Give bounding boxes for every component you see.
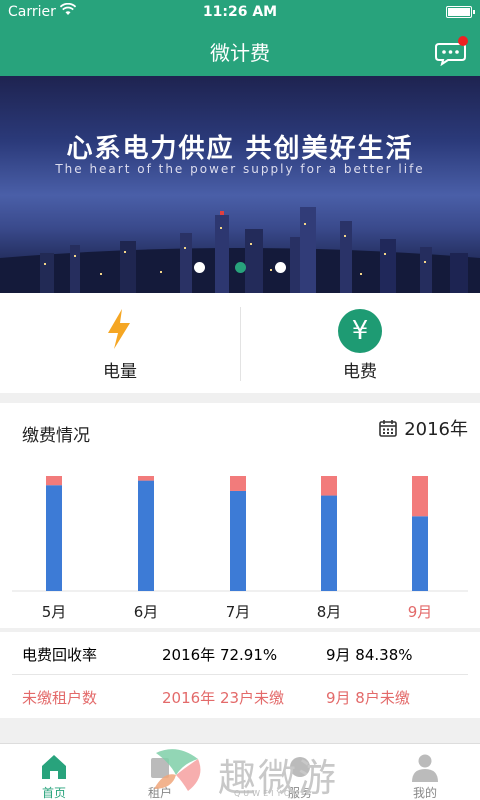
battery-icon: [446, 6, 475, 18]
stats-panel: 电费回收率 2016年 72.91% 9月 84.38% 未缴租户数 2016年…: [0, 632, 480, 718]
tab-home-label: 首页: [41, 786, 66, 800]
watermark-logo-icon: [154, 749, 201, 791]
unpaid-tenants-row[interactable]: 未缴租户数 2016年 23户未缴 9月 8户未缴: [0, 675, 480, 717]
city-skyline-image: [0, 207, 480, 293]
carousel-dot[interactable]: [194, 262, 206, 273]
banner-carousel[interactable]: 心系电力供应 共创美好生活 The heart of the power sup…: [0, 76, 480, 293]
watermark-subtext: QUWEIYOU: [234, 789, 303, 798]
feature-shortcuts: 电量 ¥ 电费: [0, 293, 480, 393]
bar-unpaid-4[interactable]: [321, 476, 337, 496]
bar-paid-2[interactable]: [138, 480, 154, 591]
status-bar: Carrier 11:26 AM: [0, 0, 480, 24]
tab-home[interactable]: 首页: [6, 744, 102, 800]
tab-profile[interactable]: 我的: [377, 744, 473, 800]
month-tick-label[interactable]: 5月: [42, 603, 67, 621]
bar-paid-3[interactable]: [230, 490, 246, 591]
payment-status-card: 5月 6月 7月 8月 9月 缴费情况 2016年: [0, 403, 480, 628]
tab-profile-label: 我的: [412, 786, 437, 800]
month-tick-label[interactable]: 6月: [134, 603, 159, 621]
bar-paid-5[interactable]: [412, 516, 428, 591]
bar-unpaid-5[interactable]: [412, 476, 428, 517]
year-label: 2016年: [404, 419, 468, 440]
year-selector[interactable]: 2016年: [378, 415, 468, 441]
month-tick-label[interactable]: 8月: [317, 603, 342, 621]
bar-unpaid-2[interactable]: [138, 476, 154, 481]
carousel-dot[interactable]: [274, 262, 286, 273]
recovery-rate-row: 电费回收率 2016年 72.91% 9月 84.38%: [0, 632, 480, 674]
bar-unpaid-3[interactable]: [230, 476, 246, 491]
electricity-usage-label: 电量: [103, 362, 137, 382]
electricity-usage-button[interactable]: 电量: [0, 293, 240, 393]
card-title: 缴费情况: [22, 426, 90, 446]
unpaid-tenants-label: 未缴租户数: [22, 689, 98, 707]
profile-icon: [412, 754, 438, 782]
nav-bar: 微计费: [0, 24, 480, 76]
banner-headline: 心系电力供应 共创美好生活: [66, 134, 414, 164]
bar-paid-1[interactable]: [46, 485, 62, 591]
lightning-icon: [108, 309, 130, 349]
bar-unpaid-1[interactable]: [46, 476, 62, 486]
clock: 11:26 AM: [202, 4, 278, 20]
banner-subline: The heart of the power supply for a bett…: [55, 162, 425, 176]
unread-badge: [458, 36, 468, 46]
recovery-rate-month: 9月 84.38%: [326, 646, 413, 664]
carousel-dot-active[interactable]: [234, 262, 246, 273]
month-tick-label[interactable]: 7月: [226, 603, 251, 621]
watermark: 趣微游 QUWEIYOU: [148, 743, 338, 800]
carousel-indicators: [0, 258, 480, 277]
unpaid-tenants-year: 2016年 23户未缴: [162, 689, 285, 707]
electricity-fee-label: 电费: [343, 362, 377, 382]
electricity-fee-button[interactable]: ¥ 电费: [240, 293, 480, 393]
page-title: 微计费: [210, 41, 270, 65]
home-icon: [42, 755, 66, 779]
recovery-rate-year: 2016年 72.91%: [162, 646, 278, 664]
unpaid-tenants-month: 9月 8户未缴: [326, 689, 410, 707]
bar-paid-4[interactable]: [321, 495, 337, 591]
recovery-rate-label: 电费回收率: [22, 646, 98, 664]
month-tick-label[interactable]: 9月: [408, 603, 433, 621]
calendar-icon: [379, 420, 397, 437]
yen-icon: ¥: [338, 309, 382, 353]
message-button[interactable]: [434, 36, 468, 67]
